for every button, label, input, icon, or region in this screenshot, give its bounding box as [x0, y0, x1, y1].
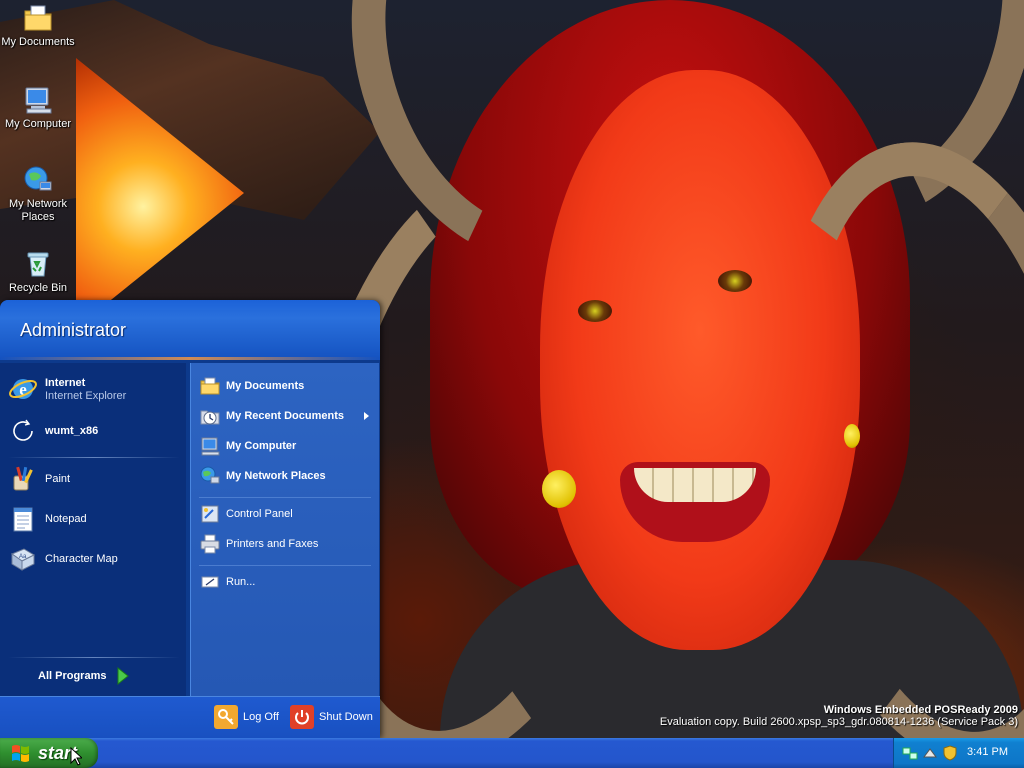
start-menu-place-my-recent-documents[interactable]: My Recent Documents — [199, 403, 379, 429]
security-shield-icon[interactable] — [942, 745, 958, 761]
start-menu-item-character-map[interactable]: Aa Character Map — [8, 543, 118, 575]
wallpaper-teeth — [634, 468, 756, 502]
svg-text:Aa: Aa — [19, 554, 27, 560]
desktop-icon-my-computer[interactable]: My Computer — [0, 84, 76, 131]
start-menu-separator — [8, 657, 180, 658]
start-menu-item-printers-and-faxes[interactable]: Printers and Faxes — [199, 531, 318, 557]
taskbar: start 3:41 PM — [0, 738, 1024, 768]
start-menu-item-label: Paint — [45, 472, 71, 485]
start-menu-item-control-panel[interactable]: Control Panel — [199, 501, 293, 527]
desktop-icon-label: My Network Places — [8, 198, 68, 223]
start-menu-header-divider — [0, 357, 380, 360]
desktop-icon-recycle-bin[interactable]: Recycle Bin — [0, 248, 76, 295]
character-map-icon: Aa — [8, 544, 38, 574]
start-menu-user-name: Administrator — [20, 320, 127, 340]
start-menu-item-wumt[interactable]: wumt_x86 — [8, 415, 98, 447]
start-menu-body: e Internet Internet Explorer wumt_x86 Pa… — [0, 363, 380, 696]
network-places-icon — [199, 465, 221, 487]
submenu-arrow-icon — [364, 412, 369, 420]
desktop-icon-my-network-places[interactable]: My Network Places — [0, 164, 76, 224]
connection-tray-icon[interactable] — [922, 745, 938, 761]
wallpaper-eye — [718, 270, 752, 292]
os-watermark: Windows Embedded POSReady 2009 Evaluatio… — [660, 704, 1018, 728]
mouse-cursor-icon — [70, 747, 82, 766]
refresh-circle-icon — [8, 416, 38, 446]
folder-documents-icon — [24, 5, 52, 31]
start-menu-item-label: Run... — [226, 576, 256, 588]
folder-documents-icon — [199, 375, 221, 397]
green-arrow-icon — [117, 667, 130, 685]
start-menu-item-label: Printers and Faxes — [226, 538, 319, 550]
system-tray: 3:41 PM — [893, 738, 1024, 768]
start-menu-item-subtitle: Internet Explorer — [45, 389, 127, 402]
start-menu-place-label: My Recent Documents — [226, 410, 344, 422]
start-menu-item-label: Control Panel — [226, 508, 293, 520]
shut-down-button[interactable]: Shut Down — [290, 705, 373, 729]
start-menu-item-paint[interactable]: Paint — [8, 463, 70, 495]
start-menu-item-run[interactable]: Run... — [199, 569, 255, 595]
network-tray-icon[interactable] — [902, 745, 918, 761]
start-button[interactable]: start — [0, 738, 98, 768]
all-programs-label: All Programs — [38, 670, 107, 682]
key-icon — [214, 705, 238, 729]
recent-documents-icon — [199, 405, 221, 427]
taskbar-clock[interactable]: 3:41 PM — [967, 746, 1008, 758]
run-icon — [199, 571, 221, 593]
desktop-icon-label: Recycle Bin — [8, 282, 68, 294]
start-menu-item-label: Character Map — [45, 552, 118, 565]
start-menu-place-my-computer[interactable]: My Computer — [199, 433, 296, 459]
start-menu-footer: Log Off Shut Down — [0, 696, 380, 738]
start-menu-right-pane: My Documents My Recent Documents My Comp… — [190, 363, 379, 696]
start-menu-separator — [8, 457, 180, 458]
computer-icon — [199, 435, 221, 457]
start-menu-place-label: My Documents — [226, 380, 305, 392]
start-menu-item-internet[interactable]: e Internet Internet Explorer — [8, 373, 126, 405]
log-off-label: Log Off — [243, 711, 279, 723]
paint-icon — [8, 464, 38, 494]
start-menu-item-notepad[interactable]: Notepad — [8, 503, 87, 535]
start-menu-item-title: wumt_x86 — [45, 424, 99, 437]
computer-icon — [25, 87, 52, 114]
internet-explorer-icon: e — [8, 374, 38, 404]
start-menu-item-title: Internet — [45, 376, 86, 389]
start-menu-place-my-documents[interactable]: My Documents — [199, 373, 304, 399]
wallpaper-portrait — [259, 0, 1024, 738]
all-programs-button[interactable]: All Programs — [38, 667, 130, 685]
os-edition-label: Windows Embedded POSReady 2009 — [823, 704, 1018, 716]
start-menu-left-pane: e Internet Internet Explorer wumt_x86 Pa… — [0, 363, 186, 696]
log-off-button[interactable]: Log Off — [214, 705, 279, 729]
start-menu-separator — [199, 497, 371, 498]
start-menu-header: Administrator — [0, 300, 380, 360]
shut-down-label: Shut Down — [319, 711, 373, 723]
start-menu-place-label: My Network Places — [226, 470, 326, 482]
desktop-icon-label: My Documents — [1, 36, 75, 48]
windows-logo-icon — [12, 745, 29, 762]
power-icon — [290, 705, 314, 729]
recycle-bin-icon — [27, 252, 49, 277]
start-menu-separator — [199, 565, 371, 566]
start-menu: Administrator e Internet Internet Explor… — [0, 300, 380, 738]
desktop-icon-my-documents[interactable]: My Documents — [0, 2, 76, 49]
os-build-label: Evaluation copy. Build 2600.xpsp_sp3_gdr… — [659, 716, 1018, 728]
desktop-icon-label: My Computer — [4, 118, 72, 130]
start-menu-item-label: Notepad — [45, 512, 87, 525]
start-menu-place-my-network-places[interactable]: My Network Places — [199, 463, 326, 489]
control-panel-icon — [199, 503, 221, 525]
notepad-icon — [8, 504, 38, 534]
network-places-icon — [24, 166, 52, 191]
start-menu-place-label: My Computer — [226, 440, 297, 452]
printer-icon — [199, 533, 221, 555]
